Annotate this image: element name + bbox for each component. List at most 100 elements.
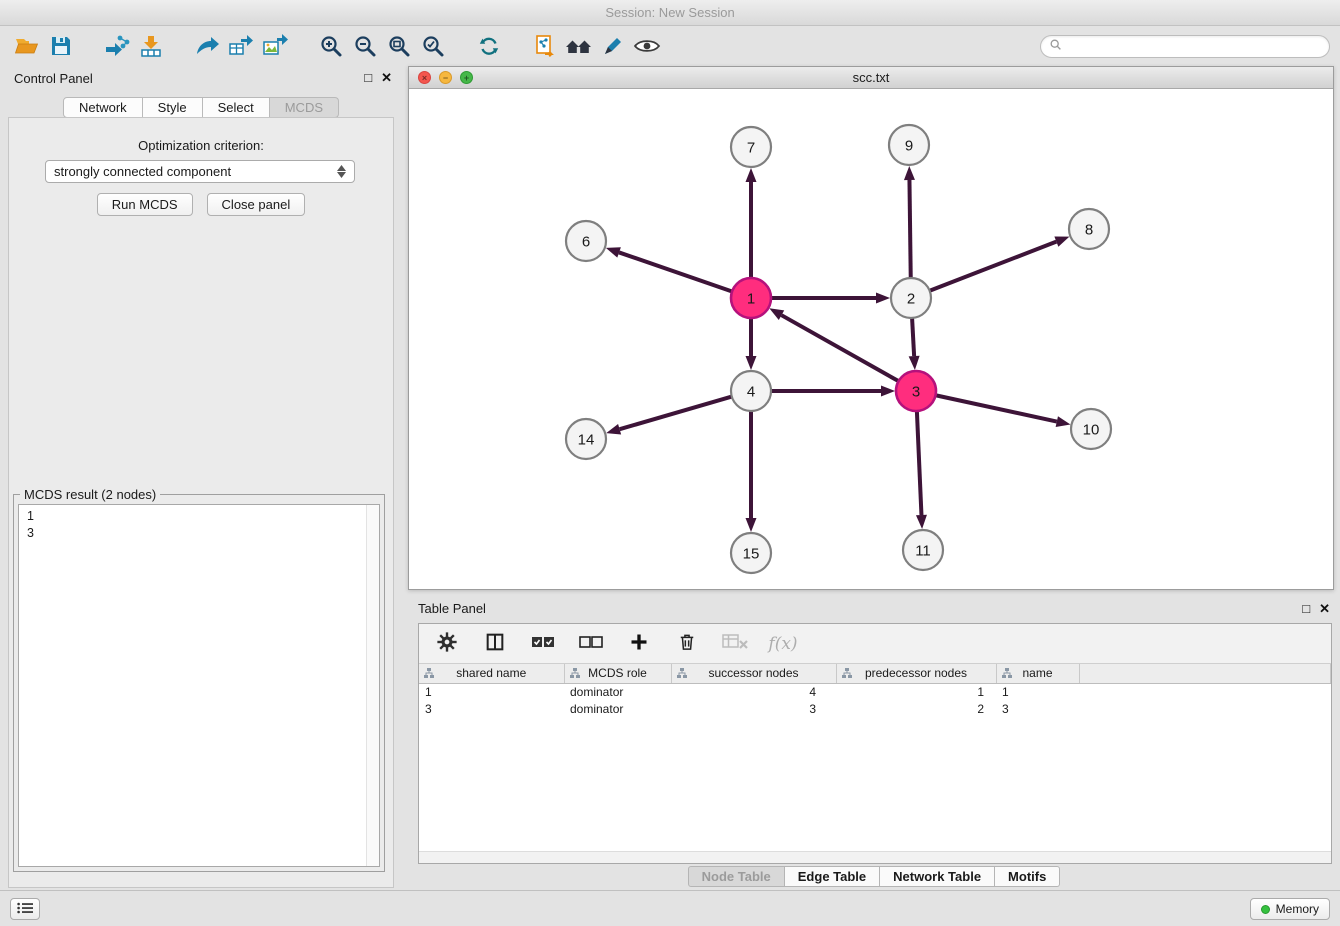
tab-network[interactable]: Network xyxy=(63,97,143,118)
column-header-predecessor-nodes[interactable]: predecessor nodes xyxy=(836,664,996,683)
deselect-all-columns-button[interactable] xyxy=(577,630,605,658)
refresh-button[interactable] xyxy=(472,30,506,62)
columns-icon xyxy=(484,631,506,656)
zoom-fit-icon xyxy=(387,34,411,58)
column-type-icon xyxy=(423,667,435,682)
column-type-icon xyxy=(569,667,581,682)
show-column-browser-button[interactable] xyxy=(481,630,509,658)
task-history-button[interactable] xyxy=(10,898,40,920)
search-box[interactable] xyxy=(1040,35,1330,58)
column-header-successor-nodes[interactable]: successor nodes xyxy=(671,664,836,683)
close-panel-button[interactable]: Close panel xyxy=(207,193,306,216)
delete-table-button[interactable] xyxy=(721,630,749,658)
graph-edge-3-10[interactable] xyxy=(936,395,1057,421)
table-settings-button[interactable] xyxy=(433,630,461,658)
memory-label: Memory xyxy=(1276,902,1319,916)
gear-icon xyxy=(436,631,458,656)
column-header-name[interactable]: name xyxy=(996,664,1079,683)
share-network-button[interactable] xyxy=(190,30,224,62)
memory-status-icon xyxy=(1261,905,1270,914)
export-network-table-button[interactable] xyxy=(224,30,258,62)
graph-edge-3-11[interactable] xyxy=(917,411,922,515)
import-network-icon xyxy=(104,34,130,58)
graph-node-label: 1 xyxy=(747,291,755,308)
graph-edge-arrowhead xyxy=(909,356,920,370)
zoom-in-button[interactable] xyxy=(314,30,348,62)
session-title: Session: New Session xyxy=(605,5,734,20)
tab-motifs[interactable]: Motifs xyxy=(995,866,1060,887)
zoom-out-icon xyxy=(353,34,377,58)
table-cell: 3 xyxy=(996,700,1079,717)
table-cell: 3 xyxy=(671,700,836,717)
graph-node-label: 4 xyxy=(747,384,755,401)
mcds-result-box: 1 3 xyxy=(18,504,380,867)
tab-edge-table[interactable]: Edge Table xyxy=(785,866,880,887)
network-window-titlebar[interactable]: × − + scc.txt xyxy=(409,67,1333,89)
graph-edge-2-8[interactable] xyxy=(930,242,1057,291)
table-horizontal-scrollbar[interactable] xyxy=(419,851,1331,863)
tab-network-table[interactable]: Network Table xyxy=(880,866,995,887)
export-image-icon xyxy=(262,34,288,58)
home-button[interactable] xyxy=(562,30,596,62)
open-folder-button[interactable] xyxy=(10,30,44,62)
function-builder-button[interactable]: f(x) xyxy=(769,630,797,658)
tab-style[interactable]: Style xyxy=(143,97,203,118)
export-image-button[interactable] xyxy=(258,30,292,62)
zoom-selected-button[interactable] xyxy=(416,30,450,62)
main-toolbar xyxy=(0,26,1340,66)
criterion-select[interactable]: strongly connected component xyxy=(45,160,355,183)
column-header-mcds-role[interactable]: MCDS role xyxy=(564,664,671,683)
graph-edge-arrowhead xyxy=(769,308,784,320)
result-scrollbar[interactable] xyxy=(366,505,379,866)
tab-node-table[interactable]: Node Table xyxy=(688,866,785,887)
table-cell: 3 xyxy=(419,700,564,717)
style-brush-button[interactable] xyxy=(596,30,630,62)
mcds-result-line: 3 xyxy=(27,525,371,542)
table-cell: 1 xyxy=(996,683,1079,700)
memory-button[interactable]: Memory xyxy=(1250,898,1330,920)
column-type-icon xyxy=(1001,667,1013,682)
select-all-columns-button[interactable] xyxy=(529,630,557,658)
column-header-shared-name[interactable]: shared name xyxy=(419,664,564,683)
network-graph[interactable]: 7968124314101511 xyxy=(409,89,1333,589)
graph-edge-arrowhead xyxy=(904,166,915,180)
session-titlebar: Session: New Session xyxy=(0,0,1340,26)
open-network-file-button[interactable] xyxy=(528,30,562,62)
maximize-window-icon[interactable]: + xyxy=(460,71,473,84)
tab-select[interactable]: Select xyxy=(203,97,270,118)
table-toolbar: f(x) xyxy=(419,624,1331,664)
table-row[interactable]: 3dominator323 xyxy=(419,700,1331,717)
control-panel-tabs: Network Style Select MCDS xyxy=(63,97,339,118)
float-panel-icon[interactable]: □ xyxy=(364,70,372,86)
close-panel-icon[interactable]: ✕ xyxy=(381,70,392,86)
save-button[interactable] xyxy=(44,30,78,62)
table-row[interactable]: 1dominator411 xyxy=(419,683,1331,700)
graph-edge-1-6[interactable] xyxy=(619,252,732,291)
import-network-button[interactable] xyxy=(100,30,134,62)
create-column-button[interactable] xyxy=(625,630,653,658)
minimize-window-icon[interactable]: − xyxy=(439,71,452,84)
share-network-icon xyxy=(194,34,220,58)
graph-edge-2-3[interactable] xyxy=(912,318,914,356)
close-window-icon[interactable]: × xyxy=(418,71,431,84)
search-input[interactable] xyxy=(1067,39,1321,53)
graph-edge-arrowhead xyxy=(1054,237,1069,247)
tab-mcds[interactable]: MCDS xyxy=(270,97,339,118)
graph-node-label: 11 xyxy=(915,543,931,560)
zoom-fit-button[interactable] xyxy=(382,30,416,62)
delete-column-button[interactable] xyxy=(673,630,701,658)
graph-edge-2-9[interactable] xyxy=(909,180,910,278)
import-table-button[interactable] xyxy=(134,30,168,62)
column-type-icon xyxy=(841,667,853,682)
graph-edge-4-14[interactable] xyxy=(620,397,732,430)
zoom-in-icon xyxy=(319,34,343,58)
show-graphics-button[interactable] xyxy=(630,30,664,62)
status-bar: Memory xyxy=(0,890,1340,926)
network-canvas[interactable]: 7968124314101511 xyxy=(409,89,1333,589)
float-table-panel-icon[interactable]: □ xyxy=(1302,601,1310,617)
run-mcds-button[interactable]: Run MCDS xyxy=(97,193,193,216)
close-table-panel-icon[interactable]: ✕ xyxy=(1319,601,1330,617)
zoom-out-button[interactable] xyxy=(348,30,382,62)
graph-edge-3-1[interactable] xyxy=(781,315,898,381)
graph-edge-arrowhead xyxy=(881,386,895,397)
